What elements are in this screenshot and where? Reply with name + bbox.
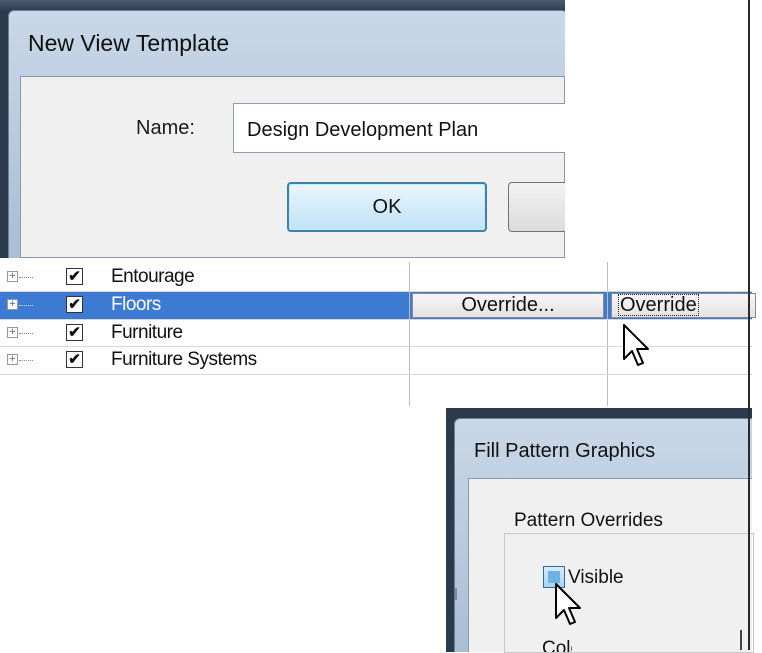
expand-icon[interactable]: + [7,327,18,338]
mouse-pointer-icon [555,583,581,625]
visibility-checkbox[interactable]: ✔ [66,296,83,313]
scroll-mark [455,588,457,600]
expand-icon[interactable]: + [7,299,18,310]
tree-connector [19,360,33,361]
category-label: Floors [111,294,161,315]
control-edge [740,630,742,650]
tree-connector [19,277,33,278]
background-strip [0,0,565,10]
tree-connector [19,333,33,334]
row-divider [0,291,752,292]
visibility-checkbox[interactable]: ✔ [66,268,83,285]
group-label: Pattern Overrides [510,510,667,532]
tree-connector [19,305,33,306]
mouse-pointer-icon [623,324,649,366]
column-divider [607,262,608,406]
new-view-template-dialog: New View Template Name: Design Developme… [0,0,565,258]
ok-button[interactable]: OK [287,182,487,232]
override-label-focused: Override [618,294,699,316]
row-divider [0,319,752,320]
column-divider [409,262,410,406]
expand-icon[interactable]: + [7,354,18,365]
category-label: Furniture [111,322,183,343]
pattern-overrides-group [504,533,754,653]
cut-override-button[interactable]: Override [611,293,756,318]
category-label: Furniture Systems [111,349,257,370]
dialog-title: Fill Pattern Graphics [474,440,656,462]
visibility-checkbox[interactable]: ✔ [66,351,83,368]
name-input[interactable]: Design Development Plan [233,103,565,153]
name-label: Name: [136,117,195,139]
category-label: Entourage [111,266,195,287]
table-row[interactable]: + ✔ Entourage [0,264,752,291]
dialog-title: New View Template [28,30,230,56]
color-label-partial: Color: [542,638,572,652]
row-divider [0,374,752,375]
expand-icon[interactable]: + [7,271,18,282]
cancel-button[interactable] [508,182,565,232]
table-row-selected[interactable]: + ✔ Floors Override... Override [0,292,756,319]
projection-override-button[interactable]: Override... [412,293,604,318]
visibility-checkbox[interactable]: ✔ [66,324,83,341]
